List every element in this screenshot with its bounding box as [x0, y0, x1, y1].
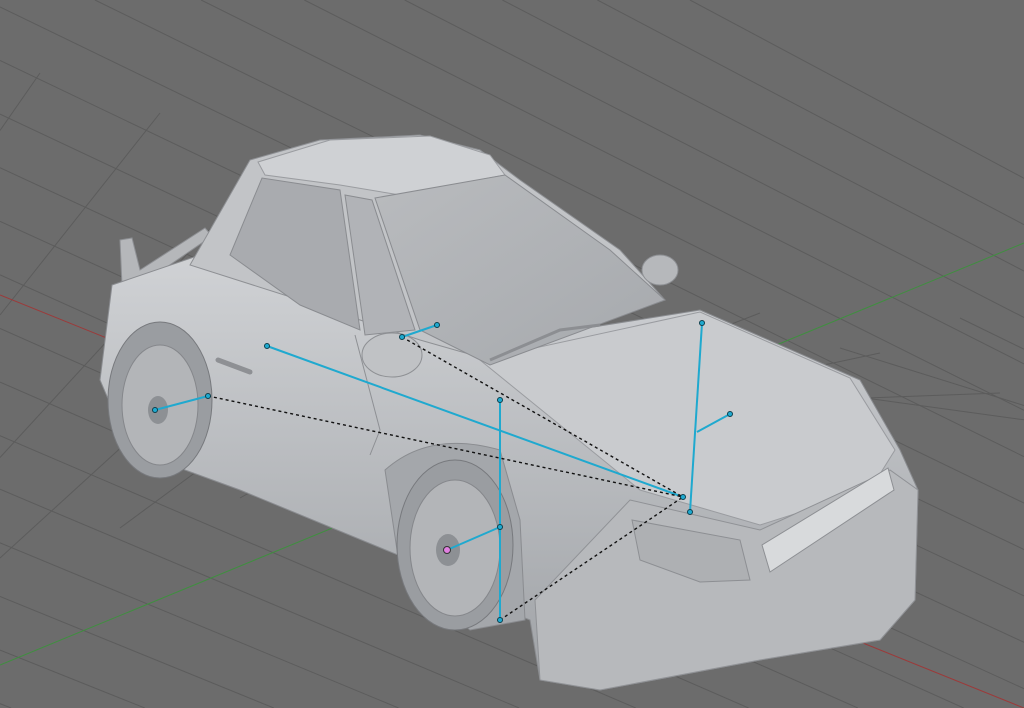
- viewport-canvas[interactable]: [0, 0, 1024, 708]
- bone-joint: [497, 397, 503, 403]
- 3d-viewport[interactable]: [0, 0, 1024, 708]
- selected-bone-joint: [443, 546, 451, 554]
- bone-joint: [205, 393, 211, 399]
- bone-joint: [699, 320, 705, 326]
- side-mirror-right: [641, 254, 679, 286]
- grid-line: [959, 317, 1024, 350]
- bone-joint: [497, 617, 503, 623]
- bone-joint: [687, 509, 693, 515]
- bone-joint: [497, 524, 503, 530]
- grid-line: [0, 542, 399, 708]
- grid-line: [0, 595, 275, 708]
- grid-line: [0, 72, 41, 131]
- grid-line: [597, 0, 1024, 226]
- grid-line: [689, 0, 1024, 179]
- side-mirror-left: [361, 332, 423, 378]
- bone-joint: [434, 322, 440, 328]
- bone-joint: [152, 407, 158, 413]
- grid-line: [0, 649, 145, 708]
- front-wheel: [384, 442, 526, 631]
- bone-joint: [264, 343, 270, 349]
- bone-joint: [399, 334, 405, 340]
- bone-joint: [727, 411, 733, 417]
- bone-joint: [680, 494, 686, 500]
- grid-line: [0, 703, 12, 708]
- car-model[interactable]: [99, 134, 919, 691]
